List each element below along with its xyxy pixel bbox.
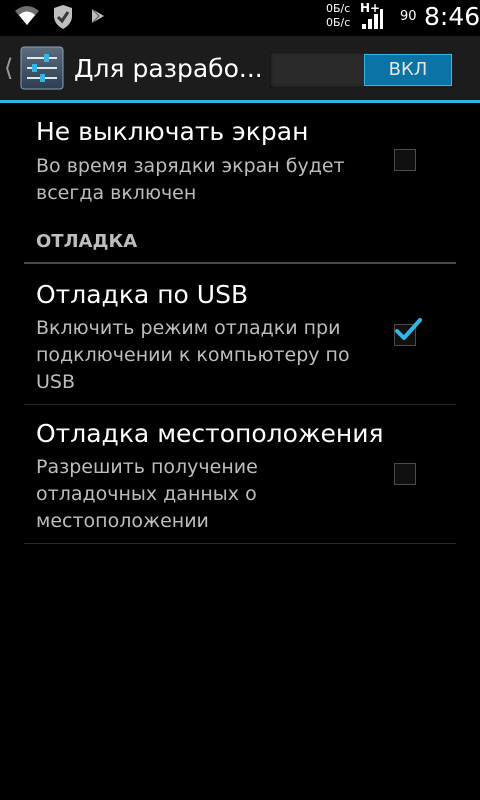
pref-title: Не выключать экран: [36, 117, 309, 146]
status-bar: 0Б/с 0Б/с H+ 90 8:46: [0, 0, 480, 36]
clock: 8:46: [424, 2, 480, 31]
data-rates: 0Б/с 0Б/с: [326, 2, 350, 30]
usb-debugging-checkbox[interactable]: [394, 318, 422, 346]
checkmark-icon: [395, 318, 422, 340]
location-debugging-checkbox[interactable]: [394, 463, 416, 485]
battery-level: 90: [400, 9, 417, 24]
pref-usb-debugging[interactable]: Отладка по USB Включить режим отладки пр…: [24, 264, 456, 404]
up-chevron-icon[interactable]: ⟨: [4, 54, 13, 82]
signal-icon: [362, 9, 383, 29]
pref-summary: Включить режим отладки при подключении к…: [36, 317, 350, 393]
pref-summary: Во время зарядки экран будет всегда вклю…: [36, 155, 345, 204]
pref-summary: Разрешить получение отладочных данных о …: [36, 456, 258, 532]
action-bar: ⟨ Для разрабо... ВКЛ: [0, 36, 480, 103]
developer-options-switch[interactable]: ВКЛ: [270, 52, 454, 88]
stay-awake-checkbox[interactable]: [394, 149, 416, 171]
pref-title: Отладка по USB: [36, 280, 249, 309]
rate-down: 0Б/с: [326, 16, 351, 29]
page-title: Для разрабо...: [74, 54, 263, 83]
list-divider: [24, 543, 456, 544]
developer-settings-icon[interactable]: [20, 46, 64, 90]
play-store-icon: [91, 8, 104, 24]
pref-location-debugging[interactable]: Отладка местоположения Разрешить получен…: [24, 405, 456, 543]
switch-on-label: ВКЛ: [364, 54, 452, 86]
rate-up: 0Б/с: [326, 2, 351, 15]
shield-icon: [54, 5, 72, 29]
wifi-icon: [15, 6, 39, 25]
pref-stay-awake[interactable]: Не выключать экран Во время зарядки экра…: [24, 103, 456, 221]
pref-title: Отладка местоположения: [36, 419, 384, 448]
category-header: ОТЛАДКА: [36, 231, 138, 252]
